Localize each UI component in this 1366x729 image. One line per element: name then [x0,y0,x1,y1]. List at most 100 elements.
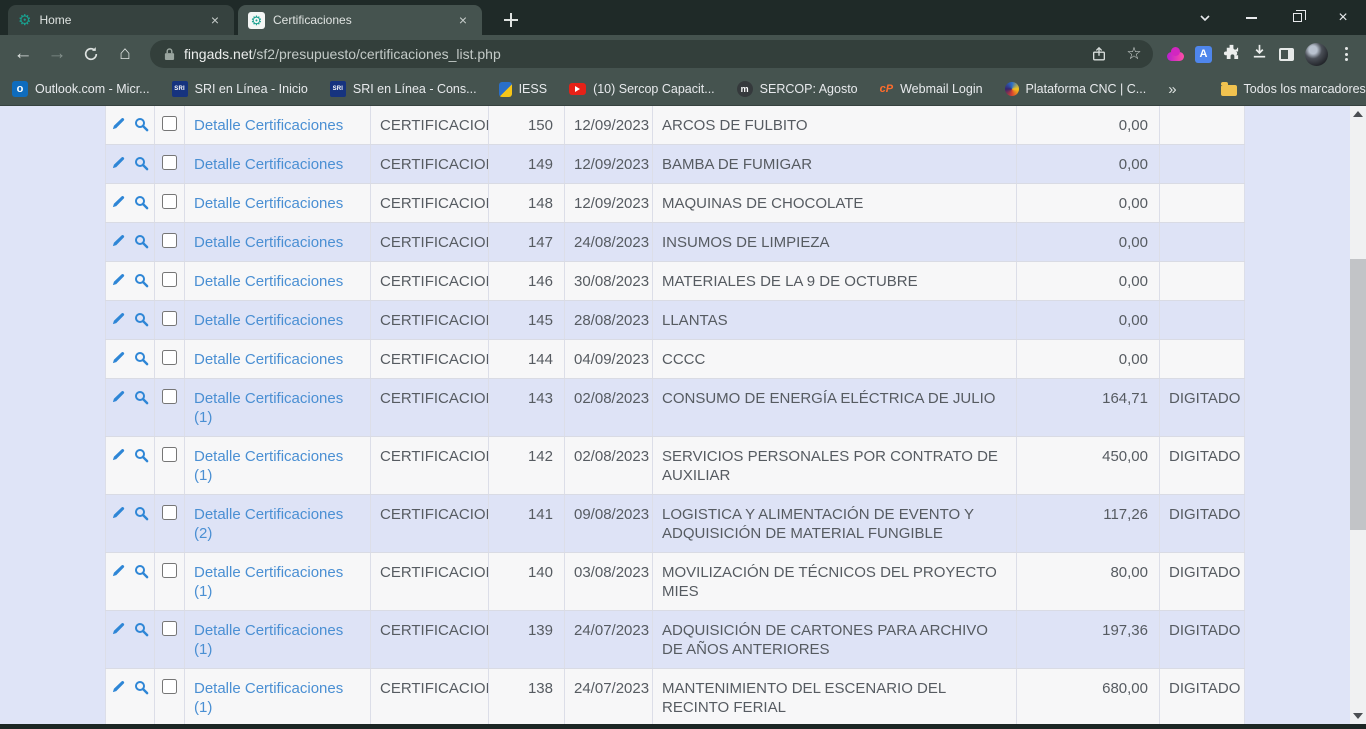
detalle-certificaciones-link[interactable]: Detalle Certificaciones [194,273,343,290]
tab-home[interactable]: ⚙ Home × [8,5,234,35]
search-magnifier-icon[interactable] [133,620,151,638]
detalle-certificaciones-link[interactable]: Detalle Certificaciones (1) [194,390,343,426]
profile-avatar[interactable] [1305,43,1328,66]
share-icon[interactable] [1086,41,1112,67]
row-checkbox[interactable] [162,272,177,287]
edit-pencil-icon[interactable] [110,620,128,638]
search-magnifier-icon[interactable] [133,388,151,406]
url-text: fingads.net/sf2/presupuesto/certificacio… [184,46,1077,62]
row-checkbox[interactable] [162,563,177,578]
detalle-certificaciones-link[interactable]: Detalle Certificaciones [194,156,343,173]
detalle-certificaciones-link[interactable]: Detalle Certificaciones (1) [194,622,343,658]
detalle-certificaciones-link[interactable]: Detalle Certificaciones (1) [194,564,343,600]
amount-cell: 450,00 [1017,437,1160,494]
detalle-certificaciones-link[interactable]: Detalle Certificaciones [194,234,343,251]
tab-close-icon[interactable]: × [454,11,472,29]
puzzle-extensions-icon[interactable] [1223,43,1240,65]
bookmark-item[interactable]: IESS [499,82,548,97]
new-tab-button[interactable] [498,8,524,32]
menu-kebab-icon[interactable] [1339,47,1354,61]
back-icon[interactable]: ← [8,39,38,69]
edit-pencil-icon[interactable] [110,154,128,172]
search-magnifier-icon[interactable] [133,310,151,328]
bookmark-item[interactable]: SRI SRI en Línea - Cons... [330,81,477,97]
search-magnifier-icon[interactable] [133,154,151,172]
close-icon[interactable]: × [1320,0,1366,35]
detalle-cell: Detalle Certificaciones [185,106,371,144]
download-icon[interactable] [1251,43,1268,65]
search-magnifier-icon[interactable] [133,193,151,211]
row-checkbox[interactable] [162,389,177,404]
edit-pencil-icon[interactable] [110,388,128,406]
bookmarks-overflow-chevron[interactable]: » [1168,81,1176,98]
lock-icon [164,47,175,61]
search-magnifier-icon[interactable] [133,504,151,522]
search-magnifier-icon[interactable] [133,232,151,250]
scroll-down-icon[interactable] [1350,708,1366,724]
search-magnifier-icon[interactable] [133,562,151,580]
all-bookmarks-folder[interactable]: Todos los marcadores [1221,82,1366,96]
edit-pencil-icon[interactable] [110,446,128,464]
window-controls: × [1182,0,1366,35]
reload-icon[interactable] [76,39,106,69]
scrollbar-thumb[interactable] [1350,259,1366,530]
edit-pencil-icon[interactable] [110,678,128,696]
bookmark-item[interactable]: (10) Sercop Capacit... [569,82,715,96]
edit-pencil-icon[interactable] [110,310,128,328]
row-checkbox[interactable] [162,311,177,326]
detalle-certificaciones-link[interactable]: Detalle Certificaciones [194,351,343,368]
edit-pencil-icon[interactable] [110,232,128,250]
address-bar[interactable]: fingads.net/sf2/presupuesto/certificacio… [150,40,1153,68]
tab-search-chevron-icon[interactable] [1182,0,1228,35]
row-checkbox[interactable] [162,505,177,520]
bookmark-item[interactable]: Plataforma CNC | C... [1005,82,1147,96]
date-cell: 03/08/2023 [565,553,653,610]
detalle-certificaciones-link[interactable]: Detalle Certificaciones [194,117,343,134]
scroll-up-icon[interactable] [1350,106,1366,122]
edit-pencil-icon[interactable] [110,271,128,289]
tab-close-icon[interactable]: × [206,11,224,29]
home-icon[interactable]: ⌂ [110,39,140,69]
bookmark-star-icon[interactable]: ☆ [1121,41,1147,67]
translate-icon[interactable]: A [1195,46,1212,63]
search-magnifier-icon[interactable] [133,349,151,367]
gear-favicon-icon: ⚙ [248,12,265,29]
vertical-scrollbar[interactable] [1350,106,1366,724]
edit-pencil-icon[interactable] [110,349,128,367]
restore-icon[interactable] [1274,0,1320,35]
row-checkbox[interactable] [162,155,177,170]
bookmark-item[interactable]: o Outlook.com - Micr... [12,81,150,97]
detalle-certificaciones-link[interactable]: Detalle Certificaciones [194,312,343,329]
row-checkbox[interactable] [162,350,177,365]
row-checkbox[interactable] [162,194,177,209]
forward-icon[interactable]: → [42,39,72,69]
amount-cell: 0,00 [1017,184,1160,222]
cloud-extension-icon[interactable] [1167,52,1184,61]
number-cell: 143 [489,379,565,436]
edit-pencil-icon[interactable] [110,193,128,211]
search-magnifier-icon[interactable] [133,678,151,696]
sidebar-icon[interactable] [1279,48,1294,61]
edit-pencil-icon[interactable] [110,504,128,522]
bookmark-item[interactable]: cP Webmail Login [880,81,983,97]
status-cell [1160,145,1245,183]
detalle-certificaciones-link[interactable]: Detalle Certificaciones (1) [194,448,343,484]
row-checkbox[interactable] [162,116,177,131]
row-checkbox[interactable] [162,447,177,462]
tab-certificaciones[interactable]: ⚙ Certificaciones × [238,5,482,35]
bookmark-item[interactable]: SRI SRI en Línea - Inicio [172,81,308,97]
detalle-certificaciones-link[interactable]: Detalle Certificaciones (2) [194,506,343,542]
minimize-icon[interactable] [1228,0,1274,35]
detalle-certificaciones-link[interactable]: Detalle Certificaciones (1) [194,680,343,716]
search-magnifier-icon[interactable] [133,115,151,133]
detalle-certificaciones-link[interactable]: Detalle Certificaciones [194,195,343,212]
edit-pencil-icon[interactable] [110,562,128,580]
row-checkbox[interactable] [162,621,177,636]
row-checkbox[interactable] [162,679,177,694]
bookmark-item[interactable]: m SERCOP: Agosto [737,81,858,97]
row-checkbox[interactable] [162,233,177,248]
row-checkbox-cell [155,553,185,610]
search-magnifier-icon[interactable] [133,271,151,289]
edit-pencil-icon[interactable] [110,115,128,133]
search-magnifier-icon[interactable] [133,446,151,464]
